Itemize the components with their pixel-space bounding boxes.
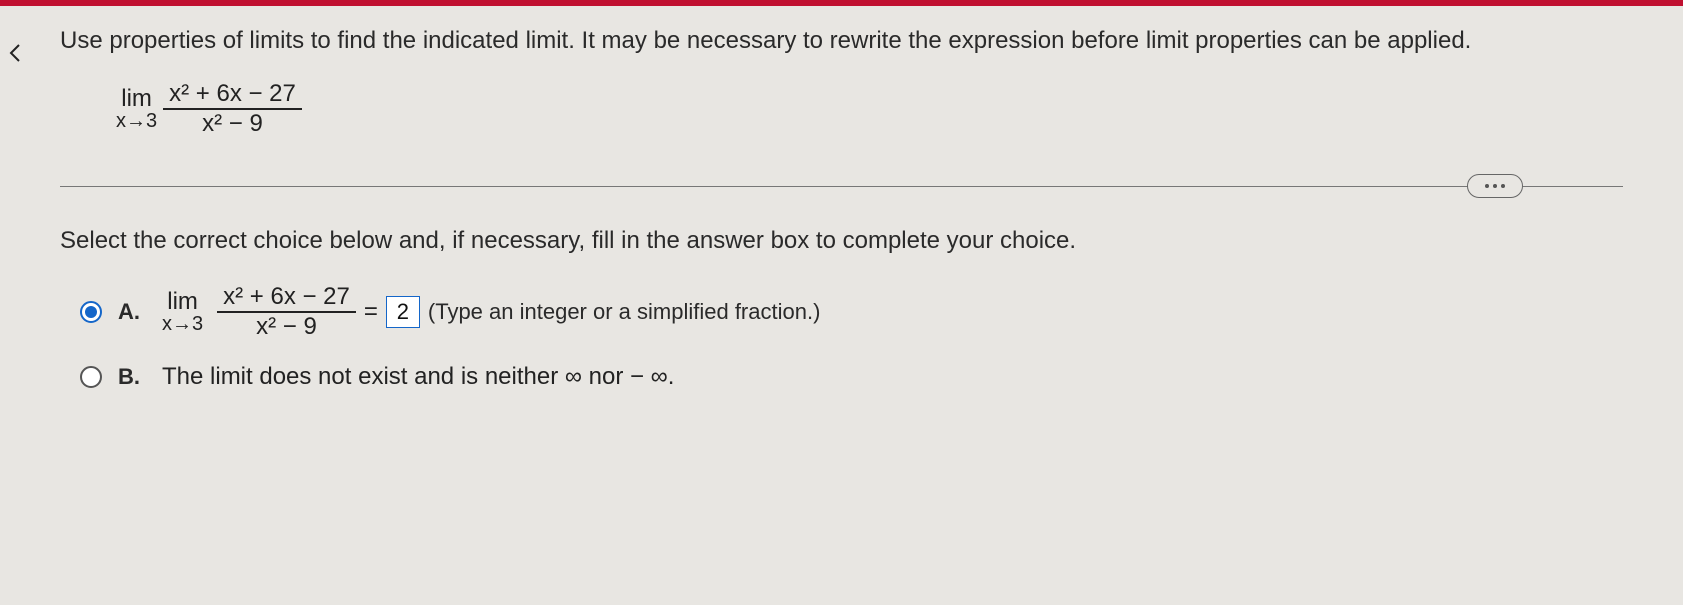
fraction: x² + 6x − 27 x² − 9 xyxy=(217,283,356,341)
lim-label: lim xyxy=(167,289,198,314)
choice-a: A. lim x→3 x² + 6x − 27 x² − 9 = (Type a… xyxy=(80,283,1623,341)
choice-b-label: B. xyxy=(118,364,146,390)
choices-group: A. lim x→3 x² + 6x − 27 x² − 9 = (Type a… xyxy=(80,283,1623,391)
top-accent-bar xyxy=(0,0,1683,6)
fraction: x² + 6x − 27 x² − 9 xyxy=(163,80,302,138)
lim-operator: lim x→3 xyxy=(116,86,157,132)
section-divider xyxy=(60,186,1623,187)
back-arrow-icon[interactable] xyxy=(0,36,34,70)
lim-label: lim xyxy=(121,86,152,111)
problem-expression: lim x→3 x² + 6x − 27 x² − 9 xyxy=(116,80,302,138)
dot-icon xyxy=(1493,184,1497,188)
radio-b[interactable] xyxy=(80,366,102,388)
dot-icon xyxy=(1501,184,1505,188)
denominator: x² − 9 xyxy=(250,313,323,341)
radio-a-selected-icon xyxy=(85,306,97,318)
numerator: x² + 6x − 27 xyxy=(217,283,356,311)
answer-hint: (Type an integer or a simplified fractio… xyxy=(428,299,821,325)
denominator: x² − 9 xyxy=(196,110,269,138)
answer-input[interactable] xyxy=(386,296,420,328)
question-content: Use properties of limits to find the ind… xyxy=(0,0,1683,437)
more-options-button[interactable] xyxy=(1467,174,1523,198)
choice-a-body: lim x→3 x² + 6x − 27 x² − 9 = (Type an i… xyxy=(162,283,820,341)
lim-operator: lim x→3 xyxy=(162,289,203,335)
dot-icon xyxy=(1485,184,1489,188)
lim-approach: x→3 xyxy=(116,111,157,132)
lim-approach: x→3 xyxy=(162,314,203,335)
choice-prompt: Select the correct choice below and, if … xyxy=(60,227,1623,255)
instruction-text: Use properties of limits to find the ind… xyxy=(60,24,1623,58)
choice-b: B. The limit does not exist and is neith… xyxy=(80,363,1623,391)
choice-a-label: A. xyxy=(118,299,146,325)
radio-a[interactable] xyxy=(80,301,102,323)
choice-b-text: The limit does not exist and is neither … xyxy=(162,363,674,391)
divider-line xyxy=(60,186,1623,187)
numerator: x² + 6x − 27 xyxy=(163,80,302,108)
choice-b-body: The limit does not exist and is neither … xyxy=(162,363,674,391)
equals-sign: = xyxy=(364,298,378,326)
